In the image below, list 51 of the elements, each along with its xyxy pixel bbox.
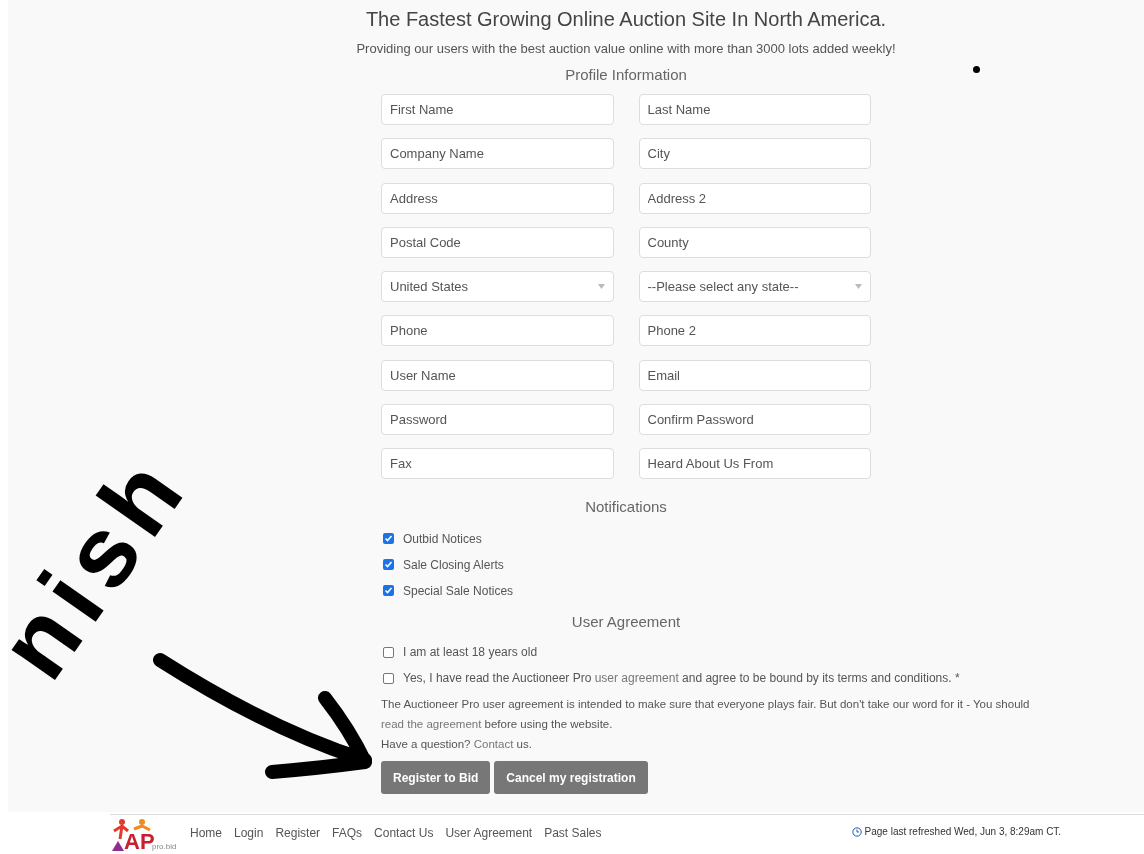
input-field[interactable]: First Name — [381, 94, 614, 125]
input-field[interactable]: City — [638, 138, 871, 170]
checkbox[interactable] — [383, 585, 394, 597]
clock-icon — [851, 826, 862, 837]
input-field[interactable]: Confirm Password — [638, 404, 871, 436]
agreement-paragraph: The Auctioneer Pro user agreement is intended to make sure that everyone plays fair. But don't take our word for it - You should read the agreement before using the website. — [381, 698, 1030, 731]
section-heading: User Agreement — [571, 611, 681, 632]
input-field[interactable]: Fax — [381, 448, 614, 480]
page-title: The Fastest Growing Online Auction Site In North America. — [364, 7, 888, 32]
select-field[interactable]: --Please select any state-- — [638, 271, 871, 303]
dropdown-caret-icon — [597, 284, 605, 290]
page-subtitle: Providing our users with the best auction value online with more than 3000 lots added weekly! — [355, 40, 897, 58]
checkbox[interactable] — [383, 559, 394, 571]
checkbox[interactable] — [383, 672, 394, 684]
input-field[interactable]: Password — [381, 404, 614, 436]
section-heading: Profile Information — [565, 64, 687, 85]
footer-link[interactable]: User Agreement — [445, 824, 533, 842]
checkbox[interactable] — [383, 533, 394, 545]
text-link[interactable]: read the agreement — [381, 718, 482, 731]
input-field[interactable]: Last Name — [638, 94, 871, 125]
input-field[interactable]: Postal Code — [381, 226, 614, 258]
footer-link[interactable]: FAQs — [332, 824, 363, 842]
input-field[interactable]: Address — [381, 182, 614, 214]
form-button[interactable]: Cancel my registration — [494, 761, 648, 795]
refresh-timestamp: Page last refreshed Wed, Jun 3, 8:29am CT. — [864, 825, 1062, 839]
input-field[interactable]: Email — [638, 359, 871, 391]
input-field[interactable]: Company Name — [381, 138, 614, 170]
checkbox-label: Outbid Notices — [403, 530, 482, 548]
input-field[interactable]: User Name — [381, 359, 614, 391]
checkbox[interactable] — [383, 646, 394, 658]
input-field[interactable]: Phone — [381, 315, 614, 347]
footer-link[interactable]: Home — [190, 824, 222, 842]
text-link[interactable]: Contact — [473, 738, 514, 751]
checkbox-label: Special Sale Notices — [403, 582, 514, 600]
input-field[interactable]: Phone 2 — [638, 315, 871, 347]
footer-link[interactable]: Contact Us — [374, 824, 434, 842]
checkbox-label: Yes, I have read the Auctioneer Pro user agreement and agree to be bound by its terms and conditions. * — [403, 670, 960, 688]
footer-link[interactable]: Past Sales — [544, 824, 602, 842]
form-button[interactable]: Register to Bid — [381, 761, 491, 795]
input-field[interactable]: Address 2 — [638, 182, 871, 214]
select-field[interactable]: United States — [381, 271, 614, 303]
question-text: Have a question? Contact us. — [381, 738, 532, 751]
dropdown-caret-icon — [855, 284, 862, 290]
input-field[interactable]: Heard About Us From — [638, 448, 871, 480]
checkbox-label: I am at least 18 years old — [403, 644, 538, 662]
footer-link[interactable]: Login — [234, 824, 264, 842]
text-link[interactable]: user agreement — [594, 671, 679, 686]
checkbox-label: Sale Closing Alerts — [403, 556, 504, 574]
footer-link[interactable]: Register — [275, 824, 321, 842]
section-heading: Notifications — [585, 497, 667, 518]
input-field[interactable]: County — [638, 226, 871, 258]
